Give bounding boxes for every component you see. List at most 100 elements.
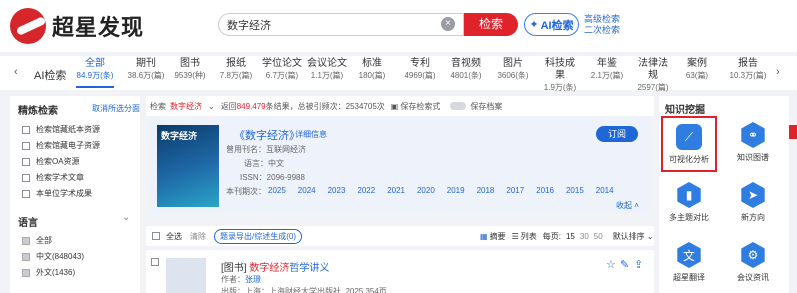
tab-name: 音视频 <box>451 58 481 69</box>
per-page-option[interactable]: 15 <box>566 232 575 241</box>
subscribe-button[interactable]: 订阅 <box>596 126 638 142</box>
filter-item[interactable]: 检索馆藏纸本资源 <box>22 124 100 135</box>
year-link[interactable]: 2020 <box>417 186 435 197</box>
archive-toggle[interactable] <box>450 102 467 110</box>
clear-facets-link[interactable]: 取消所选分面 <box>92 103 140 114</box>
year-link[interactable]: 2018 <box>477 186 495 197</box>
filter-checkbox[interactable] <box>22 189 30 198</box>
year-link[interactable]: 2016 <box>536 186 554 197</box>
language-item[interactable]: 外文(1436) <box>22 267 75 278</box>
save-query-link[interactable]: 保存检索式 <box>400 101 440 112</box>
tab-name: 专利 <box>410 58 430 69</box>
ai-search-button[interactable]: ✦ AI检索 <box>524 13 579 36</box>
tool-translate[interactable]: 文超星翻译 <box>661 236 717 292</box>
star-icon[interactable]: ☆ <box>606 258 616 271</box>
advanced-search-link[interactable]: 高级检索 <box>584 14 620 25</box>
tab-category[interactable]: 会议论文 1.1万(篇) <box>307 58 347 82</box>
abstract-view-label[interactable]: 摘要 <box>490 231 506 242</box>
issn-value: 2096-9988 <box>266 173 305 182</box>
year-link[interactable]: 2021 <box>387 186 405 197</box>
abstract-view-icon[interactable]: ▦ <box>480 232 488 241</box>
journal-cover[interactable]: 数字经济 <box>157 125 219 207</box>
language-item[interactable]: 全部 <box>22 235 52 246</box>
tab-category[interactable]: 全部 84.9万(条) <box>76 58 114 88</box>
result-title-rest: 哲学讲义 <box>289 263 330 274</box>
chevron-down-icon[interactable]: ⌄ <box>122 212 130 223</box>
language-checkbox[interactable] <box>22 268 30 277</box>
filter-checkbox[interactable] <box>22 125 30 134</box>
secondary-search-link[interactable]: 二次检索 <box>584 25 620 36</box>
result-checkbox[interactable] <box>151 258 159 266</box>
filter-item[interactable]: 本单位学术成果 <box>22 188 92 199</box>
year-link[interactable]: 2022 <box>357 186 375 197</box>
export-button[interactable]: 题录导出/综述生成(0) <box>214 228 302 244</box>
year-link[interactable]: 2019 <box>447 186 465 197</box>
language-checkbox[interactable] <box>22 252 30 261</box>
tab-ai-search[interactable]: AI检索 <box>34 67 66 83</box>
list-view-icon[interactable]: ☰ <box>512 232 519 241</box>
select-all-checkbox[interactable] <box>152 232 160 240</box>
year-link[interactable]: 2017 <box>506 186 524 197</box>
year-link[interactable]: 2025 <box>268 186 286 197</box>
tab-category[interactable]: 专利 4969(篇) <box>402 58 438 82</box>
chart-icon: ⟋ <box>676 124 702 150</box>
tool-graph[interactable]: ⚭ 知识图谱 <box>725 116 781 172</box>
tab-category[interactable]: 案例 63(篇) <box>681 58 713 82</box>
logo[interactable]: 超星发现 <box>10 8 144 44</box>
sort-select[interactable]: 默认排序 ⌄ <box>613 231 654 242</box>
filter-checkbox[interactable] <box>22 157 30 166</box>
year-link[interactable]: 2015 <box>566 186 584 197</box>
tool-compass[interactable]: ➤ 新方向 <box>725 176 781 232</box>
sparkle-icon: ✦ <box>529 19 539 31</box>
clear-link[interactable]: 清除 <box>190 231 206 242</box>
side-tab[interactable] <box>789 125 797 139</box>
edit-icon[interactable]: ✎ <box>620 258 629 271</box>
tab-category[interactable]: 法律法规 2597(篇) <box>634 58 672 94</box>
collapse-link[interactable]: 收起 ˄ <box>616 200 639 211</box>
chevron-left-icon[interactable]: ‹ <box>14 66 18 78</box>
refine-title: 精炼检索 <box>18 106 58 117</box>
tab-category[interactable]: 学位论文 6.7万(篇) <box>262 58 302 82</box>
tab-category[interactable]: 音视频 4801(条) <box>448 58 484 82</box>
tab-category[interactable]: 期刊 38.6万(篇) <box>125 58 167 82</box>
chevron-right-icon[interactable]: › <box>776 66 780 78</box>
filter-item[interactable]: 检索学术文章 <box>22 172 84 183</box>
per-page-option[interactable]: 30 <box>580 232 589 241</box>
knowledge-mining-panel: 知识挖掘 ⟋ 可视化分析 ⚭ 知识图谱 ▮ 多主题对比 ➤ 新方向文超星翻译 ⚙ 会议资讯 <box>659 96 789 293</box>
per-page-option[interactable]: 50 <box>594 232 603 241</box>
tab-category[interactable]: 科技成果 1.9万(条) <box>541 58 579 94</box>
filter-item[interactable]: 检索OA资源 <box>22 156 80 167</box>
search-input[interactable]: 数字经济 × <box>218 13 464 36</box>
gear-icon: ⚙ <box>741 242 765 268</box>
result-type: [图书] <box>221 263 247 274</box>
result-title[interactable]: [图书] 数字经济哲学讲义 <box>221 259 329 274</box>
tool-chart[interactable]: ⟋ 可视化分析 <box>661 116 717 172</box>
year-link[interactable]: 2023 <box>328 186 346 197</box>
tool-gear[interactable]: ⚙ 会议资讯 <box>725 236 781 292</box>
author-value[interactable]: 张璟 <box>245 275 261 284</box>
search-button[interactable]: 检索 <box>464 13 518 36</box>
detail-link[interactable]: 详细信息 <box>295 129 327 140</box>
language-checkbox[interactable] <box>22 236 30 245</box>
tab-category[interactable]: 图书 9539(种) <box>171 58 209 82</box>
journal-title[interactable]: 《数字经济》 <box>234 127 300 143</box>
tool-bar-compare[interactable]: ▮ 多主题对比 <box>661 176 717 232</box>
tab-category[interactable]: 报纸 7.8万(篇) <box>218 58 254 82</box>
year-link[interactable]: 2014 <box>596 186 614 197</box>
tab-count: 38.6万(篇) <box>127 71 165 80</box>
filter-checkbox[interactable] <box>22 141 30 150</box>
tab-category[interactable]: 报告 10.3万(篇) <box>727 58 769 82</box>
language-item[interactable]: 中文(848043) <box>22 251 84 262</box>
filter-checkbox[interactable] <box>22 173 30 182</box>
list-view-label[interactable]: 列表 <box>521 231 537 242</box>
book-cover[interactable] <box>166 258 206 293</box>
tab-category[interactable]: 标准 180(篇) <box>357 58 387 82</box>
clear-icon[interactable]: × <box>441 17 455 31</box>
chevron-down-icon[interactable]: ⌄ <box>208 102 215 111</box>
filter-item[interactable]: 检索馆藏电子资源 <box>22 140 100 151</box>
save-icon[interactable]: ▣ <box>391 102 399 111</box>
tab-category[interactable]: 年鉴 2.1万(篇) <box>589 58 625 82</box>
year-link[interactable]: 2024 <box>298 186 316 197</box>
tab-category[interactable]: 图片 3606(条) <box>494 58 532 82</box>
share-icon[interactable]: ⇪ <box>634 258 643 271</box>
